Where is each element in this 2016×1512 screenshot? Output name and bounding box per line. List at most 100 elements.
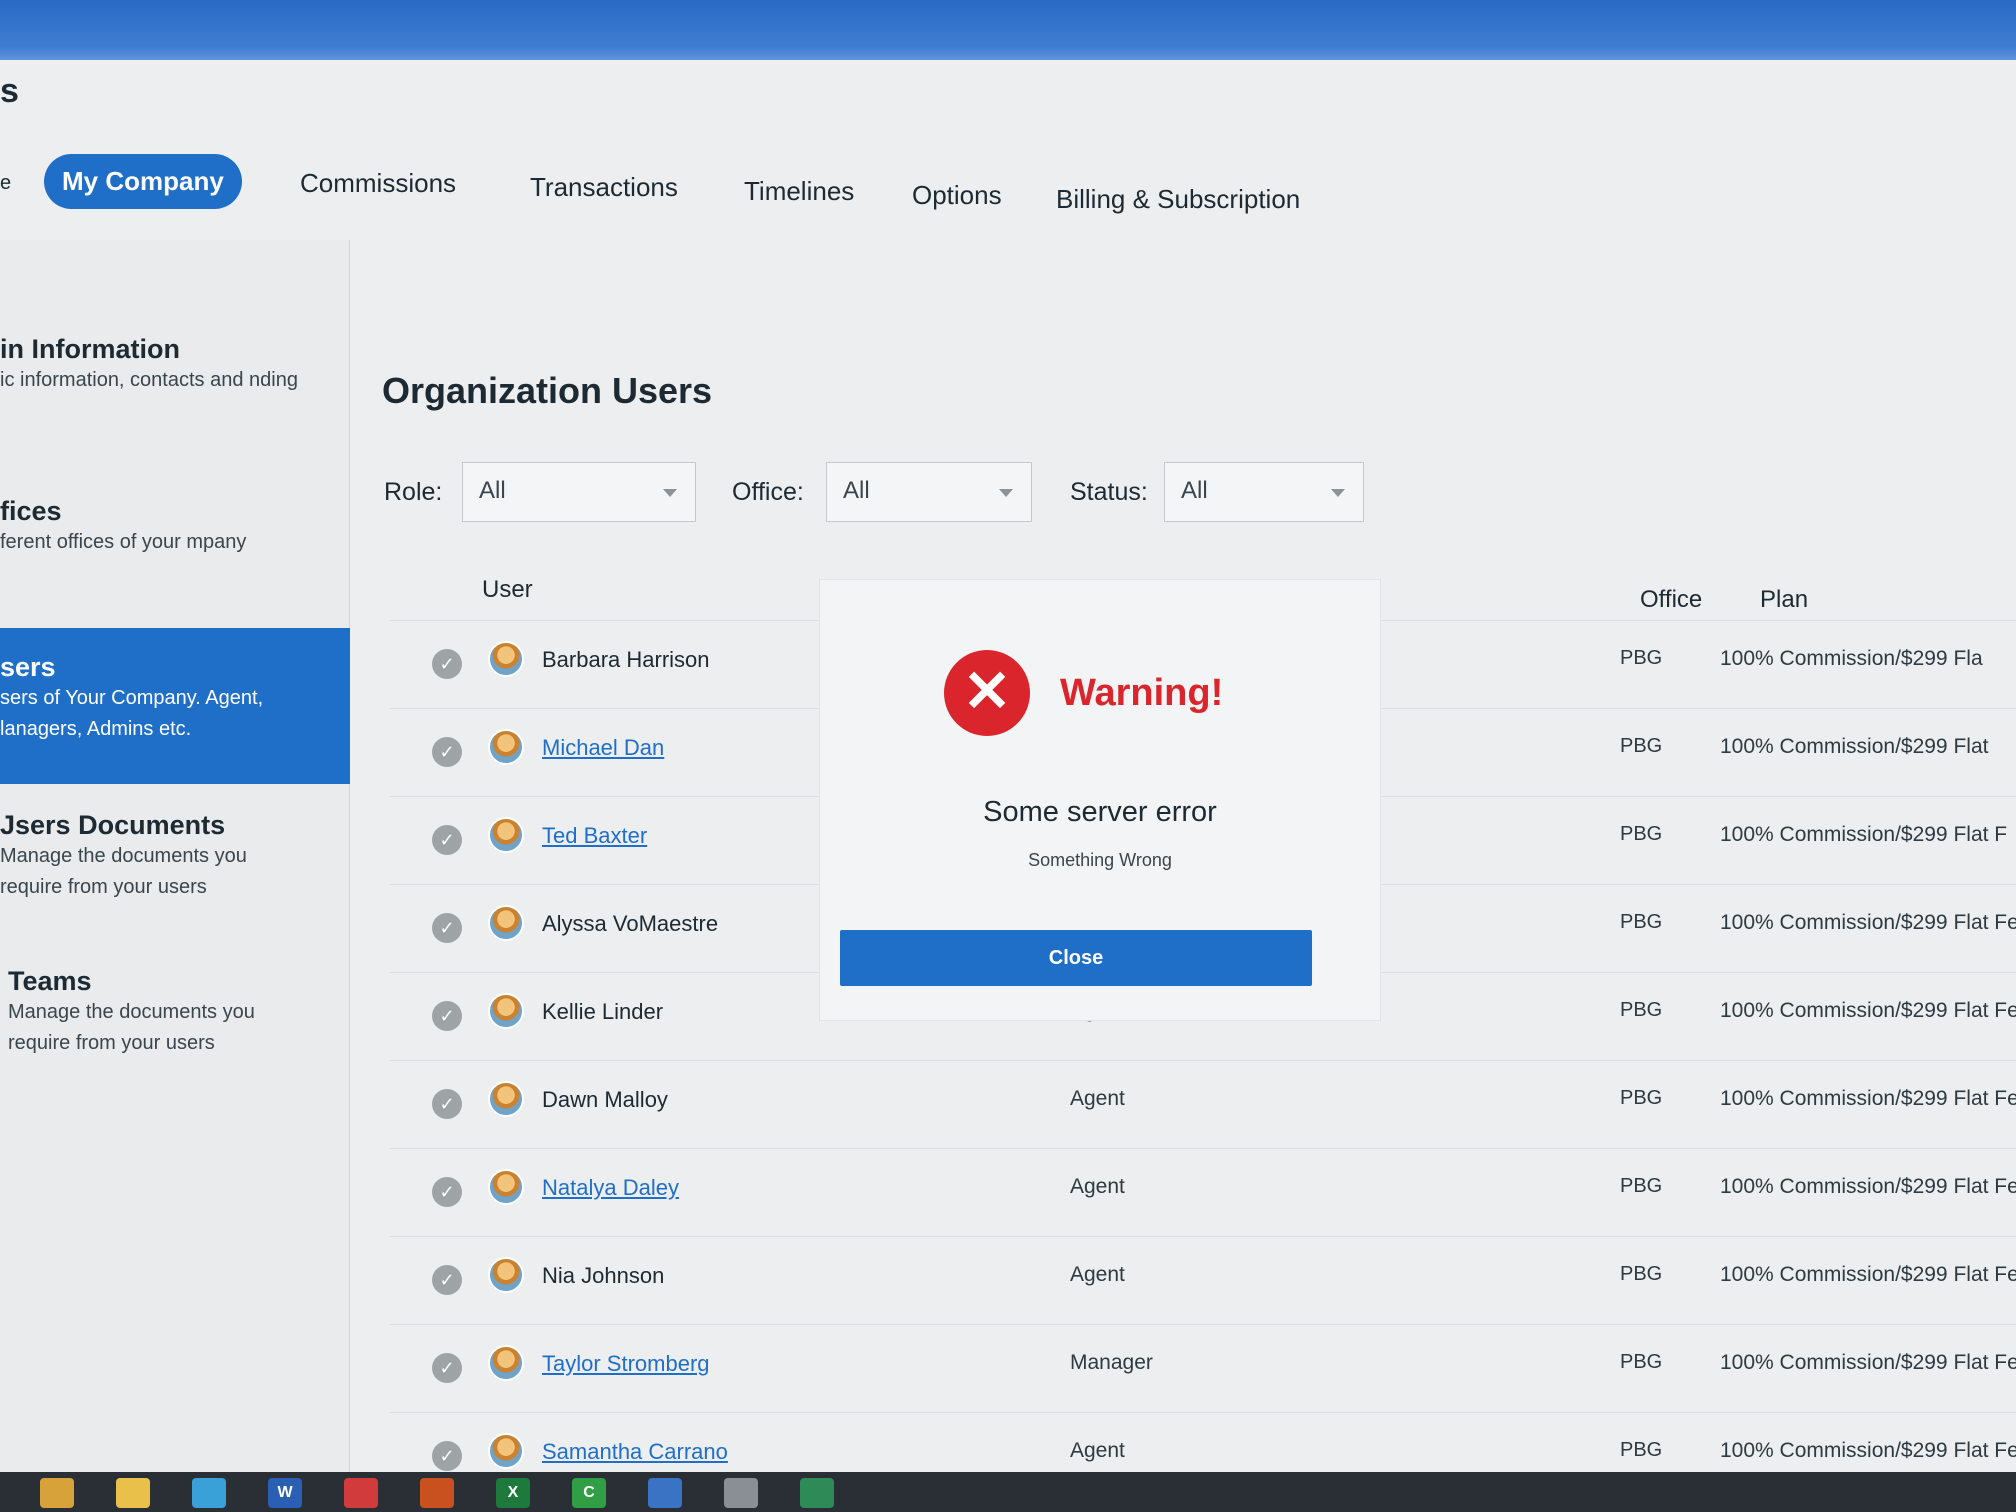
avatar xyxy=(488,729,524,765)
avatar xyxy=(488,1433,524,1469)
chrome-icon[interactable] xyxy=(116,1478,150,1508)
user-office: PBG xyxy=(1620,647,1663,669)
check-icon[interactable]: ✓ xyxy=(432,1353,462,1383)
dialog-message: Some server error xyxy=(983,796,1217,828)
user-plan: 100% Commission/$299 Fla xyxy=(1720,647,1983,670)
user-name: Alyssa VoMaestre xyxy=(542,911,719,936)
user-name[interactable]: Michael Dan xyxy=(542,735,664,761)
app-icon[interactable] xyxy=(800,1478,834,1508)
sidebar-item-users-documents[interactable]: Jsers Documents Manage the documents you… xyxy=(0,800,350,913)
excel-icon[interactable]: X xyxy=(496,1478,530,1508)
app-title: s xyxy=(0,72,19,110)
error-x-icon: ✕ xyxy=(944,650,1030,736)
check-icon[interactable]: ✓ xyxy=(432,1089,462,1119)
itunes-icon[interactable] xyxy=(724,1478,758,1508)
user-plan: 100% Commission/$299 Flat Fee xyxy=(1720,1087,2016,1110)
camtasia-icon[interactable]: C xyxy=(572,1478,606,1508)
page-title: Organization Users xyxy=(382,370,713,411)
user-plan: 100% Commission/$299 Flat Fee xyxy=(1720,1439,2016,1462)
check-icon[interactable]: ✓ xyxy=(432,1441,462,1471)
user-office: PBG xyxy=(1620,1351,1663,1373)
role-filter-label: Role: xyxy=(384,478,443,506)
user-plan: 100% Commission/$299 Flat Fee xyxy=(1720,1263,2016,1286)
user-role: Manager xyxy=(1070,1351,1153,1374)
tab-commissions[interactable]: Commissions xyxy=(282,156,474,211)
avatar xyxy=(488,993,524,1029)
user-office: PBG xyxy=(1620,735,1663,757)
user-plan: 100% Commission/$299 Flat Fee xyxy=(1720,999,2016,1022)
role-filter-value: All xyxy=(479,477,506,504)
explorer-icon[interactable] xyxy=(40,1478,74,1508)
check-icon[interactable]: ✓ xyxy=(432,1001,462,1031)
user-office: PBG xyxy=(1620,1263,1663,1285)
close-button[interactable]: Close xyxy=(840,930,1312,986)
sidebar-item-title: sers xyxy=(0,652,56,682)
avatar xyxy=(488,1257,524,1293)
chevron-down-icon xyxy=(1331,489,1345,497)
mail-icon[interactable] xyxy=(648,1478,682,1508)
taskbar: WXC xyxy=(0,1472,2016,1512)
filter-bar: Role: All Office: All Status: All xyxy=(384,458,1384,522)
sidebar-item-title: fices xyxy=(0,496,62,526)
app-window: s e My Company Commissions Transactions … xyxy=(0,60,2016,1508)
office-filter-select[interactable]: All xyxy=(826,462,1032,522)
role-filter-select[interactable]: All xyxy=(462,462,696,522)
user-plan: 100% Commission/$299 Flat F xyxy=(1720,823,2008,846)
check-icon[interactable]: ✓ xyxy=(432,737,462,767)
check-icon[interactable]: ✓ xyxy=(432,825,462,855)
office-filter-value: All xyxy=(843,477,870,504)
column-header-plan[interactable]: Plan xyxy=(1760,586,1808,614)
status-filter-select[interactable]: All xyxy=(1164,462,1364,522)
sidebar-item-title: Teams xyxy=(8,966,92,996)
user-role: Agent xyxy=(1070,1087,1125,1110)
column-header-office[interactable]: Office xyxy=(1640,586,1702,614)
ie-icon[interactable] xyxy=(192,1478,226,1508)
chevron-down-icon xyxy=(663,489,677,497)
tab-billing-subscription[interactable]: Billing & Subscription xyxy=(1038,172,1318,227)
table-row[interactable]: ✓ Dawn Malloy Agent PBG 100% Commission/$299… xyxy=(390,1060,2016,1148)
user-role: Agent xyxy=(1070,1175,1125,1198)
table-row[interactable]: ✓ Taylor Stromberg Manager PBG 100% Commissi… xyxy=(390,1324,2016,1412)
user-office: PBG xyxy=(1620,1087,1663,1109)
avatar xyxy=(488,1345,524,1381)
camera-icon[interactable] xyxy=(420,1478,454,1508)
word-icon[interactable]: W xyxy=(268,1478,302,1508)
sidebar-item-desc: ferent offices of your mpany xyxy=(0,531,247,553)
sidebar-item-teams[interactable]: Teams Manage the documents you require f… xyxy=(0,956,350,1069)
sidebar-item-desc: Manage the documents you require from yo… xyxy=(8,1001,255,1054)
user-name[interactable]: Natalya Daley xyxy=(542,1175,679,1201)
user-name[interactable]: Ted Baxter xyxy=(542,823,647,849)
sidebar-item-main-information[interactable]: in Information ic information, contacts … xyxy=(0,324,350,406)
user-name: Nia Johnson xyxy=(542,1263,665,1288)
acrobat-icon[interactable] xyxy=(344,1478,378,1508)
check-icon[interactable]: ✓ xyxy=(432,649,462,679)
user-role: Agent xyxy=(1070,1439,1125,1462)
table-row[interactable]: ✓ Nia Johnson Agent PBG 100% Commission/$299… xyxy=(390,1236,2016,1324)
user-name[interactable]: Samantha Carrano xyxy=(542,1439,728,1465)
user-office: PBG xyxy=(1620,1175,1663,1197)
user-name: Kellie Linder xyxy=(542,999,664,1024)
check-icon[interactable]: ✓ xyxy=(432,1265,462,1295)
tab-my-company[interactable]: My Company xyxy=(44,154,242,209)
avatar xyxy=(488,817,524,853)
table-row[interactable]: ✓ Natalya Daley Agent PBG 100% Commission/$2… xyxy=(390,1148,2016,1236)
user-plan: 100% Commission/$299 Flat Fee xyxy=(1720,1175,2016,1198)
check-icon[interactable]: ✓ xyxy=(432,1177,462,1207)
user-name: Barbara Harrison xyxy=(542,647,710,672)
avatar xyxy=(488,1169,524,1205)
tab-options[interactable]: Options xyxy=(894,168,1020,223)
column-header-user[interactable]: User xyxy=(482,576,533,604)
tab-timelines[interactable]: Timelines xyxy=(726,164,872,219)
user-name[interactable]: Taylor Stromberg xyxy=(542,1351,710,1377)
dialog-submessage: Something Wrong xyxy=(1028,850,1172,870)
user-plan: 100% Commission/$299 Flat Fe xyxy=(1720,911,2016,934)
user-office: PBG xyxy=(1620,999,1663,1021)
user-office: PBG xyxy=(1620,1439,1663,1461)
sidebar-item-title: in Information xyxy=(0,334,180,364)
avatar xyxy=(488,1081,524,1117)
check-icon[interactable]: ✓ xyxy=(432,913,462,943)
tab-transactions[interactable]: Transactions xyxy=(512,160,696,215)
sidebar-item-offices[interactable]: fices ferent offices of your mpany xyxy=(0,486,350,568)
sidebar-item-users[interactable]: sers sers of Your Company. Agent, lanage… xyxy=(0,628,350,784)
sidebar: in Information ic information, contacts … xyxy=(0,240,350,1480)
